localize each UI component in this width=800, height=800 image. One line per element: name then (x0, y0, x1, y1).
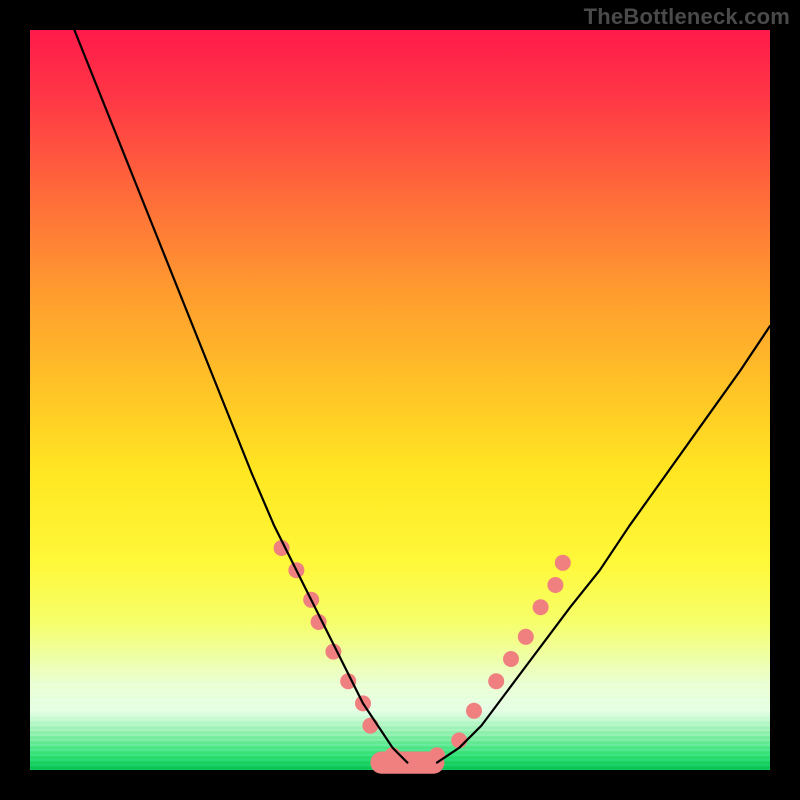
left-curve (74, 30, 407, 763)
right-curve (437, 326, 770, 763)
data-point (518, 629, 534, 645)
data-point (407, 755, 423, 771)
data-point (466, 703, 482, 719)
data-point (362, 718, 378, 734)
data-point (547, 577, 563, 593)
data-point (385, 747, 401, 763)
data-point (503, 651, 519, 667)
chart-frame: TheBottleneck.com (0, 0, 800, 800)
data-point (533, 599, 549, 615)
data-point (488, 673, 504, 689)
data-point (429, 747, 445, 763)
chart-svg (30, 30, 770, 770)
data-point (555, 555, 571, 571)
watermark-label: TheBottleneck.com (584, 4, 790, 30)
plot-area (30, 30, 770, 770)
data-point (451, 732, 467, 748)
